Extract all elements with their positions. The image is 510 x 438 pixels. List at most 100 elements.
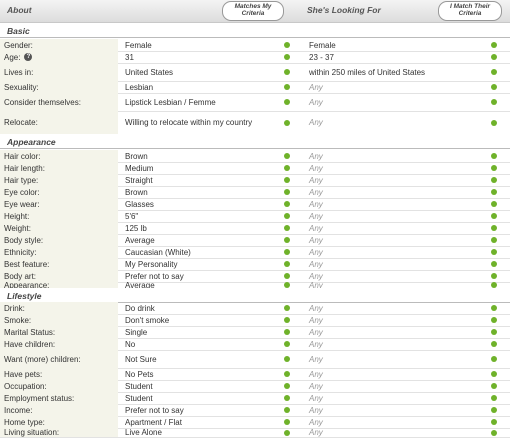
row-looking-for: Any [309,428,323,437]
row-looking-for: Any [309,381,323,391]
row-value-cell: Student [118,380,280,392]
row-label: Age: [4,52,21,62]
i-match-their-criteria-icon [491,225,497,231]
section-title: Basic [7,26,30,36]
i-match-their-criteria-icon [491,305,497,311]
row-looking-for-cell: Any [300,326,478,338]
section-basic: Basic [0,23,510,38]
row-looking-for-cell: Any [300,368,478,380]
row-label: Have pets: [4,369,43,379]
i-match-their-criteria-icon [491,395,497,401]
matches-my-criteria-icon [284,153,290,159]
row-looking-for-cell: Any [300,350,478,368]
matches-my-criteria-icon [284,42,290,48]
i-match-their-criteria-icon [491,54,497,60]
row-label: Hair length: [4,163,45,173]
row-label: Living situation: [4,428,60,437]
row-value: Brown [125,187,148,197]
row-value-cell: Apartment / Flat [118,416,280,428]
row-label-cell: Smoke: [0,314,118,326]
row-looking-for: Any [309,315,323,325]
row-looking-for-cell: Any [300,258,478,270]
row-label: Have children: [4,339,56,349]
row-value-cell: 5'6" [118,210,280,222]
row-looking-for: Any [309,211,323,221]
row-label-cell: Sexuality: [0,81,118,93]
matches-my-criteria-icon [284,395,290,401]
matches-my-criteria-icon [284,341,290,347]
row-value-cell: Live Alone [118,428,280,437]
matches-my-criteria-icon [284,69,290,75]
section-appearance: Appearance [0,134,510,149]
i-match-their-criteria-icon [491,165,497,171]
row-value-cell: Not Sure [118,350,280,368]
row-value-cell: Caucasian (White) [118,246,280,258]
row-looking-for: Any [309,369,323,379]
row-looking-for-cell: Any [300,392,478,404]
row-label-cell: Hair length: [0,162,118,174]
i-match-their-criteria-icon [491,120,497,126]
row-looking-for: Any [309,303,323,313]
row-label-cell: Best feature: [0,258,118,270]
row-label-cell: Hair color: [0,150,118,162]
row-value-cell: No Pets [118,368,280,380]
row-looking-for-cell: Any [300,404,478,416]
row-label: Weight: [4,223,31,233]
row-value: My Personality [125,259,178,269]
row-label: Ethnicity: [4,247,37,257]
i-match-their-criteria-icon [491,430,497,436]
row-looking-for-cell: 23 - 37 [300,51,478,63]
profile-criteria-table: About Matches My Criteria She's Looking … [0,0,510,438]
row-label-cell: Weight: [0,222,118,234]
row-label-cell: Ethnicity: [0,246,118,258]
row-label: Eye color: [4,187,40,197]
row-label-cell: Drink: [0,302,118,314]
i-match-their-criteria-icon [491,177,497,183]
row-label: Hair color: [4,151,41,161]
row-value-cell: Average [118,234,280,246]
section-title: Lifestyle [7,291,42,301]
row-looking-for: Any [309,118,323,127]
row-value-cell: Do drink [118,302,280,314]
row-value: Student [125,393,153,403]
table-row: Relocate: Willing to relocate within my c… [0,111,510,135]
row-value-cell: Prefer not to say [118,404,280,416]
row-looking-for-cell: Any [300,174,478,186]
row-looking-for: Any [309,97,323,107]
table-row: Want (more) children: Not Sure Any [0,350,510,369]
matches-my-criteria-icon [284,329,290,335]
help-icon[interactable]: ? [24,53,33,61]
row-looking-for-cell: Any [300,314,478,326]
row-looking-for: Any [309,175,323,185]
row-value: No Pets [125,369,154,379]
i-match-their-criteria-icon [491,341,497,347]
matches-my-criteria-icon [284,261,290,267]
row-looking-for-cell: Female [300,39,478,51]
row-value-cell: Student [118,392,280,404]
i-match-their-criteria-icon [491,419,497,425]
i-match-their-criteria-icon [491,407,497,413]
row-looking-for: Female [309,40,336,50]
row-value: Live Alone [125,428,162,437]
i-match-their-criteria-icon [491,237,497,243]
i-match-their-criteria-icon [491,201,497,207]
matches-my-criteria-icon [284,317,290,323]
i-match-their-criteria-icon [491,273,497,279]
row-value: Prefer not to say [125,405,184,415]
row-looking-for: Any [309,187,323,197]
row-value-cell: Lesbian [118,81,280,93]
row-value: Don't smoke [125,315,170,325]
matches-my-criteria-icon [284,225,290,231]
row-label-cell: Hair type: [0,174,118,186]
row-looking-for-cell: Any [300,198,478,210]
row-value-cell: Brown [118,186,280,198]
i-match-their-criteria-icon [491,153,497,159]
row-value-cell: My Personality [118,258,280,270]
i-match-their-criteria-icon [491,213,497,219]
row-label-cell: Employment status: [0,392,118,404]
row-value-cell: Female [118,39,280,51]
i-match-their-criteria-icon [491,84,497,90]
matches-my-criteria-icon [284,249,290,255]
row-label: Smoke: [4,315,32,325]
row-looking-for: 23 - 37 [309,52,334,62]
